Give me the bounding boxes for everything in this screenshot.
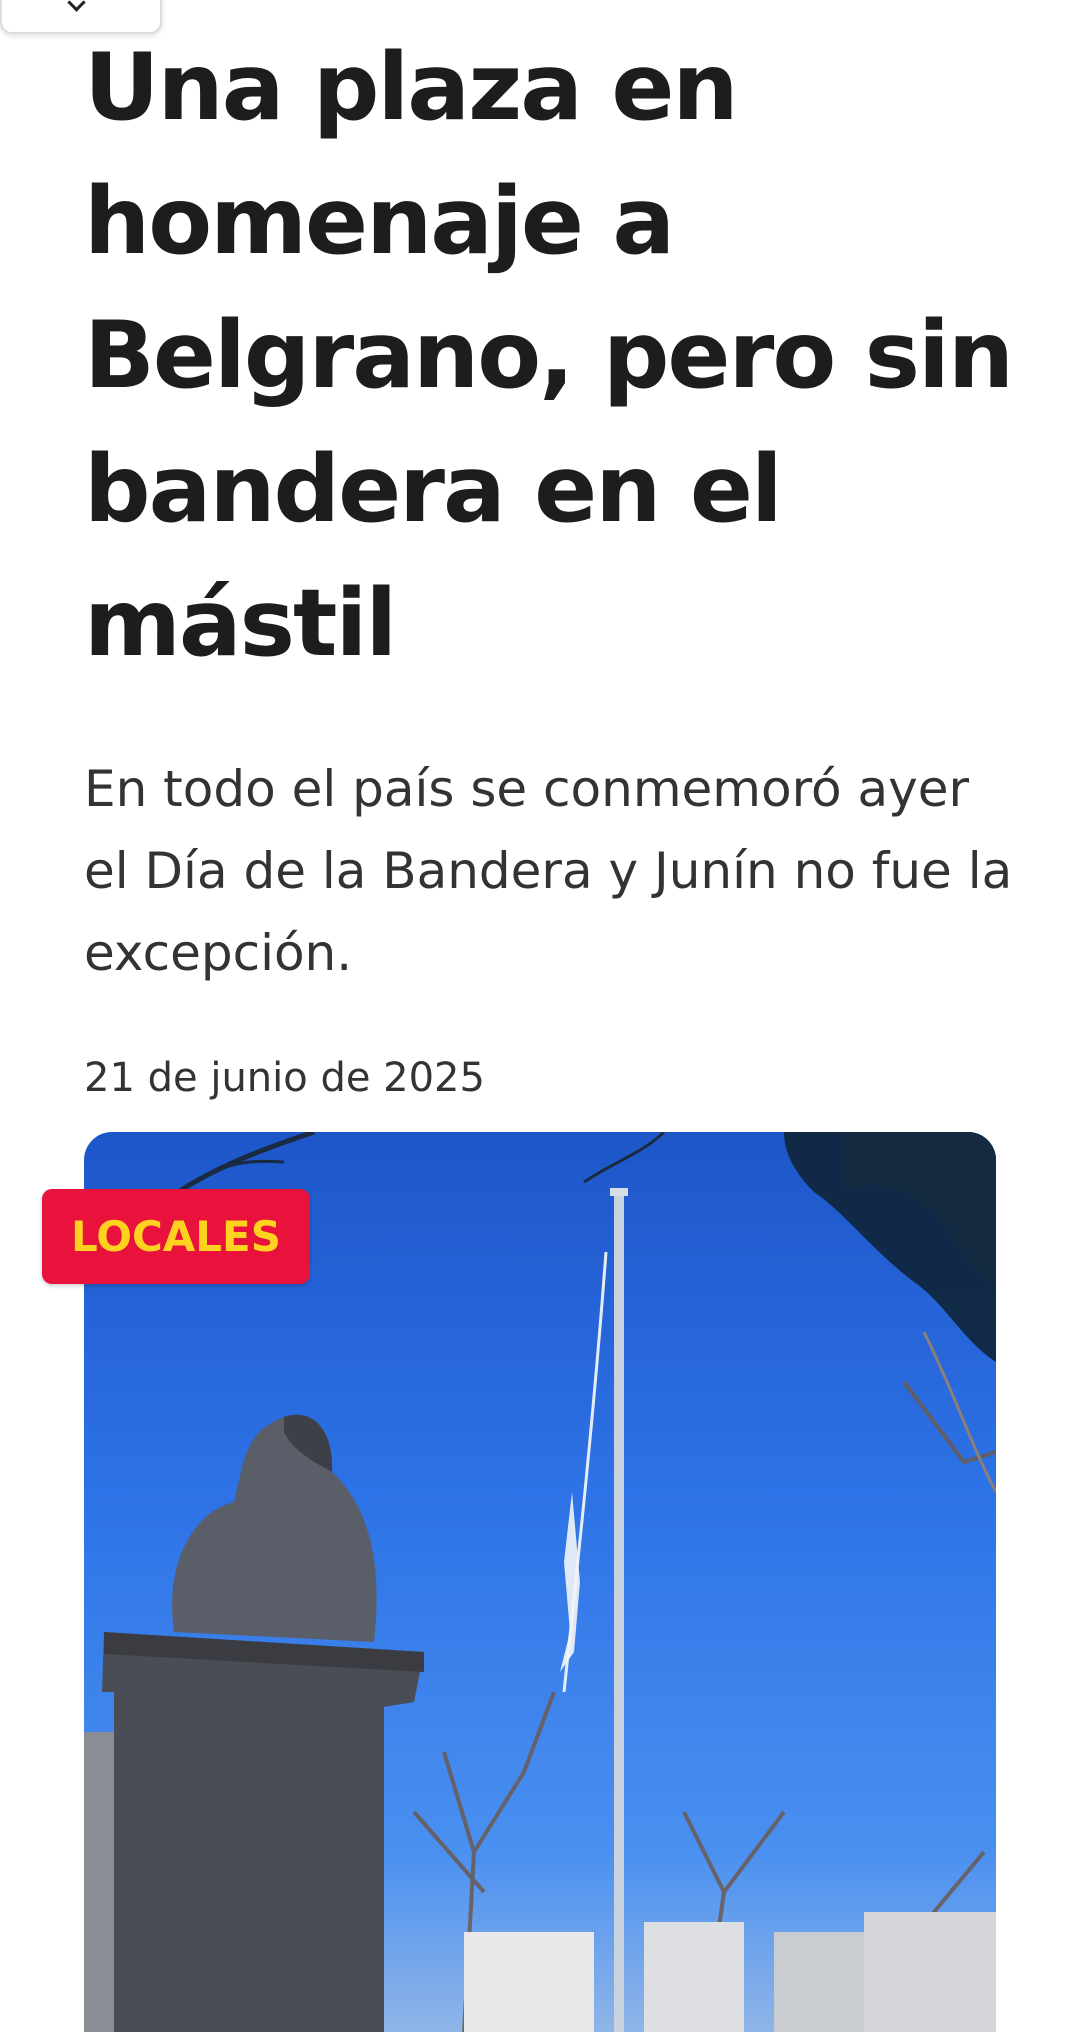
category-badge[interactable]: LOCALES [42, 1189, 310, 1284]
article-date: 21 de junio de 2025 [84, 1055, 485, 1101]
chevron-down-icon [67, 0, 86, 12]
article-title: Una plaza en homenaje a Belgrano, pero s… [84, 33, 1014, 677]
article-subtitle: En todo el país se conmemoró ayer el Día… [84, 760, 1013, 982]
